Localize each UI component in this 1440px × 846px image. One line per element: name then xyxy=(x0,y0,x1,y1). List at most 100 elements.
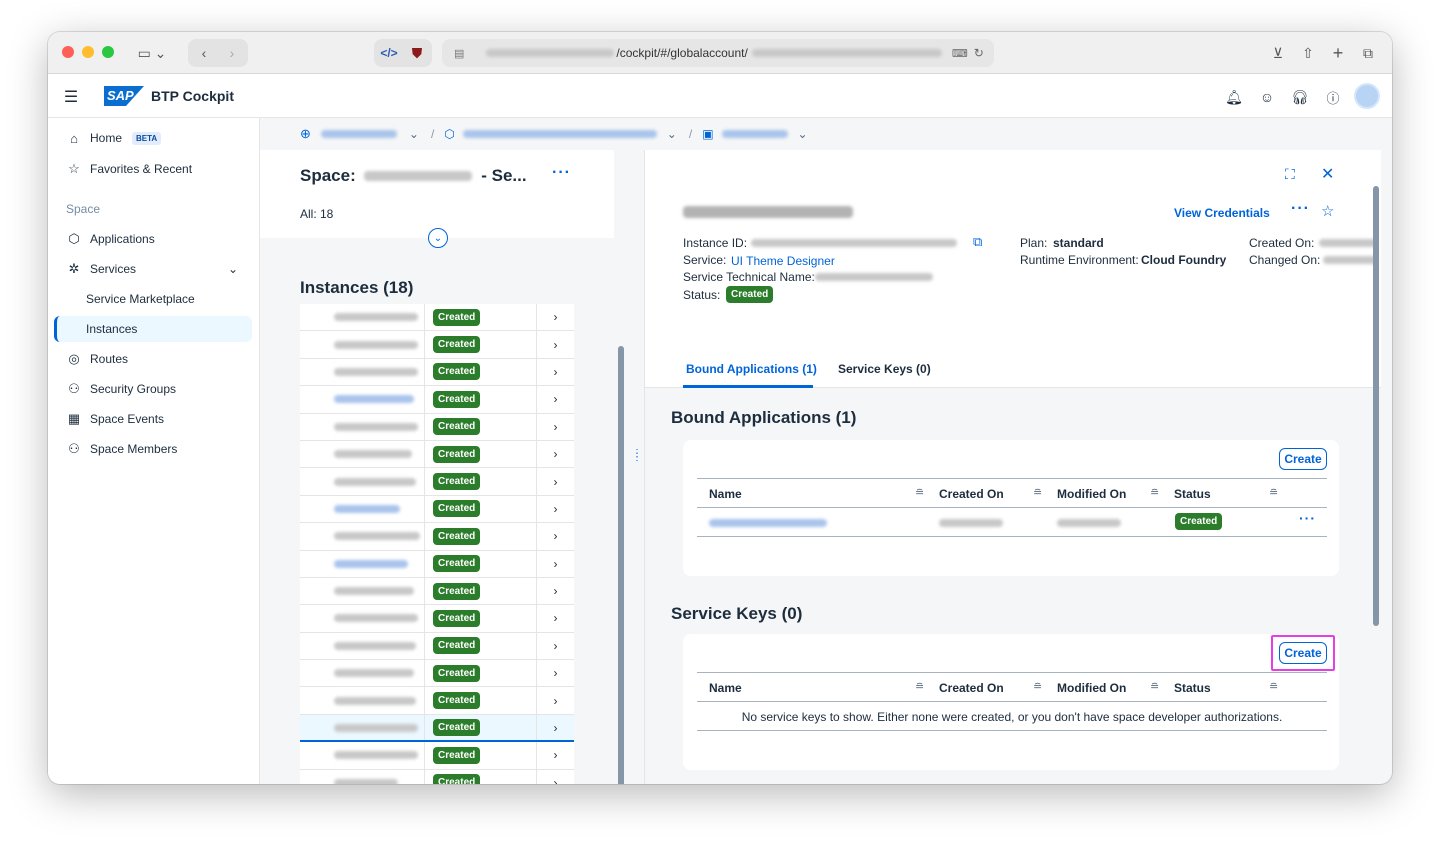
help-icon[interactable]: ⓘ xyxy=(1322,86,1344,108)
tab-bound-applications[interactable]: Bound Applications (1) xyxy=(686,362,817,376)
nav-home[interactable]: ⌂ Home BETA xyxy=(54,125,252,151)
chevron-right-icon[interactable]: › xyxy=(537,338,574,352)
nav-favorites[interactable]: ☆ Favorites & Recent xyxy=(54,156,252,182)
table-row[interactable]: Created › xyxy=(300,358,574,387)
minimize-window-button[interactable] xyxy=(82,46,94,58)
table-row[interactable]: Created › xyxy=(300,331,574,359)
chevron-right-icon[interactable]: › xyxy=(537,557,574,571)
app-title[interactable]: BTP Cockpit xyxy=(151,88,234,104)
list-scrollbar[interactable] xyxy=(618,346,624,784)
chevron-right-icon[interactable]: › xyxy=(537,611,574,625)
breadcrumb-space[interactable] xyxy=(721,130,788,138)
favorite-star-icon[interactable]: ☆ xyxy=(1321,202,1334,220)
more-options-icon[interactable]: ··· xyxy=(1291,200,1310,218)
close-icon[interactable]: ✕ xyxy=(1321,164,1334,184)
service-link[interactable]: UI Theme Designer xyxy=(731,254,835,268)
chevron-right-icon[interactable]: › xyxy=(537,475,574,489)
maximize-window-button[interactable] xyxy=(102,46,114,58)
downloads-icon[interactable]: ⊻ xyxy=(1266,40,1290,66)
chevron-right-icon[interactable]: › xyxy=(537,776,574,784)
create-binding-button[interactable]: Create xyxy=(1279,448,1327,470)
column-name[interactable]: Name xyxy=(709,487,742,501)
column-modified-on[interactable]: Modified On xyxy=(1057,487,1126,501)
forward-icon[interactable]: › xyxy=(219,40,245,66)
column-status[interactable]: Status xyxy=(1174,487,1211,501)
table-row[interactable]: Created › xyxy=(300,550,574,578)
nav-service-marketplace[interactable]: Service Marketplace xyxy=(54,286,252,312)
table-row[interactable]: Created › xyxy=(300,468,574,496)
splitter-handle-icon[interactable]: ⋮ ⋮ xyxy=(632,449,642,463)
sort-icon[interactable]: ≘ xyxy=(1269,680,1278,693)
row-actions-icon[interactable]: ··· xyxy=(1299,510,1316,526)
nav-security-groups[interactable]: ⚇ Security Groups xyxy=(54,376,252,402)
hamburger-menu-icon[interactable]: ☰ xyxy=(60,86,82,108)
table-row[interactable]: Created › xyxy=(300,386,574,414)
tab-overview-icon[interactable]: ⧉ xyxy=(1356,40,1380,66)
chevron-right-icon[interactable]: › xyxy=(537,447,574,461)
support-headset-icon[interactable]: 🎧︎ xyxy=(1289,86,1311,108)
chevron-right-icon[interactable]: › xyxy=(537,639,574,653)
more-options-icon[interactable]: ··· xyxy=(552,164,571,182)
view-credentials-link[interactable]: View Credentials xyxy=(1174,206,1270,220)
detail-scrollbar[interactable] xyxy=(1373,186,1379,626)
close-window-button[interactable] xyxy=(62,46,74,58)
table-row[interactable]: Created › xyxy=(300,714,574,743)
chevron-right-icon[interactable]: › xyxy=(537,721,574,735)
column-created-on[interactable]: Created On xyxy=(939,681,1004,695)
sort-icon[interactable]: ≘ xyxy=(915,680,924,693)
chevron-down-icon[interactable]: ⌄ xyxy=(798,127,808,141)
user-avatar[interactable] xyxy=(1354,83,1380,109)
column-modified-on[interactable]: Modified On xyxy=(1057,681,1126,695)
nav-routes[interactable]: ◎ Routes xyxy=(54,346,252,372)
address-bar[interactable]: ▤ /cockpit/#/globalaccount/ ⌨ ↻ xyxy=(442,39,994,67)
chevron-right-icon[interactable]: › xyxy=(537,420,574,434)
back-icon[interactable]: ‹ xyxy=(191,40,217,66)
sort-icon[interactable]: ≘ xyxy=(1033,680,1042,693)
new-tab-icon[interactable]: + xyxy=(1326,40,1350,66)
table-row[interactable]: Created › xyxy=(300,660,574,688)
breadcrumb-subaccount[interactable] xyxy=(462,130,657,138)
table-row[interactable]: Created › xyxy=(300,413,574,441)
chevron-down-icon[interactable]: ⌄ xyxy=(409,127,419,141)
sort-icon[interactable]: ≘ xyxy=(1033,486,1042,499)
chevron-right-icon[interactable]: › xyxy=(537,529,574,543)
tab-service-keys[interactable]: Service Keys (0) xyxy=(838,362,931,376)
chevron-down-icon[interactable]: ⌄ xyxy=(667,127,677,141)
chevron-right-icon[interactable]: › xyxy=(537,365,574,379)
table-row[interactable]: Created › xyxy=(300,742,574,770)
table-row[interactable]: Created › xyxy=(300,577,574,606)
shield-extension-icon[interactable]: ⛊ xyxy=(406,40,428,66)
chevron-right-icon[interactable]: › xyxy=(537,584,574,598)
chevron-right-icon[interactable]: › xyxy=(537,502,574,516)
chevron-right-icon[interactable]: › xyxy=(537,666,574,680)
table-row[interactable]: Created › xyxy=(300,605,574,633)
reload-icon[interactable]: ↻ xyxy=(974,46,984,60)
table-row[interactable]: Created › xyxy=(300,769,574,784)
sort-icon[interactable]: ≘ xyxy=(915,486,924,499)
table-row[interactable]: Created › xyxy=(300,687,574,715)
breadcrumb-global-account[interactable] xyxy=(320,130,397,138)
table-row[interactable]: Created ··· xyxy=(697,508,1327,536)
chevron-right-icon[interactable]: › xyxy=(537,694,574,708)
column-status[interactable]: Status xyxy=(1174,681,1211,695)
nav-applications[interactable]: ⬡ Applications xyxy=(54,226,252,252)
chevron-right-icon[interactable]: › xyxy=(537,392,574,406)
table-row[interactable]: Created › xyxy=(300,495,574,524)
sort-icon[interactable]: ≘ xyxy=(1150,680,1159,693)
nav-services[interactable]: ✲ Services ⌄ xyxy=(54,256,252,282)
table-row[interactable]: Created › xyxy=(300,523,574,551)
sap-logo[interactable]: SAP xyxy=(104,86,144,106)
table-row[interactable]: Created › xyxy=(300,632,574,661)
chevron-right-icon[interactable]: › xyxy=(537,748,574,762)
nav-instances[interactable]: Instances xyxy=(54,316,252,342)
nav-space-events[interactable]: ▦ Space Events xyxy=(54,406,252,432)
feedback-icon[interactable]: ☺ xyxy=(1256,86,1278,108)
expand-header-button[interactable]: ⌄ xyxy=(428,228,448,248)
table-row[interactable]: Created › xyxy=(300,304,574,332)
sidebar-toggle-icon[interactable]: ▭ ⌄ xyxy=(132,40,172,66)
sort-icon[interactable]: ≘ xyxy=(1269,486,1278,499)
notifications-bell-icon[interactable]: 🔔︎ xyxy=(1223,86,1245,108)
fullscreen-icon[interactable]: ⛶ xyxy=(1285,166,1295,183)
sort-icon[interactable]: ≘ xyxy=(1150,486,1159,499)
devtools-extension-icon[interactable]: </> xyxy=(378,40,400,66)
